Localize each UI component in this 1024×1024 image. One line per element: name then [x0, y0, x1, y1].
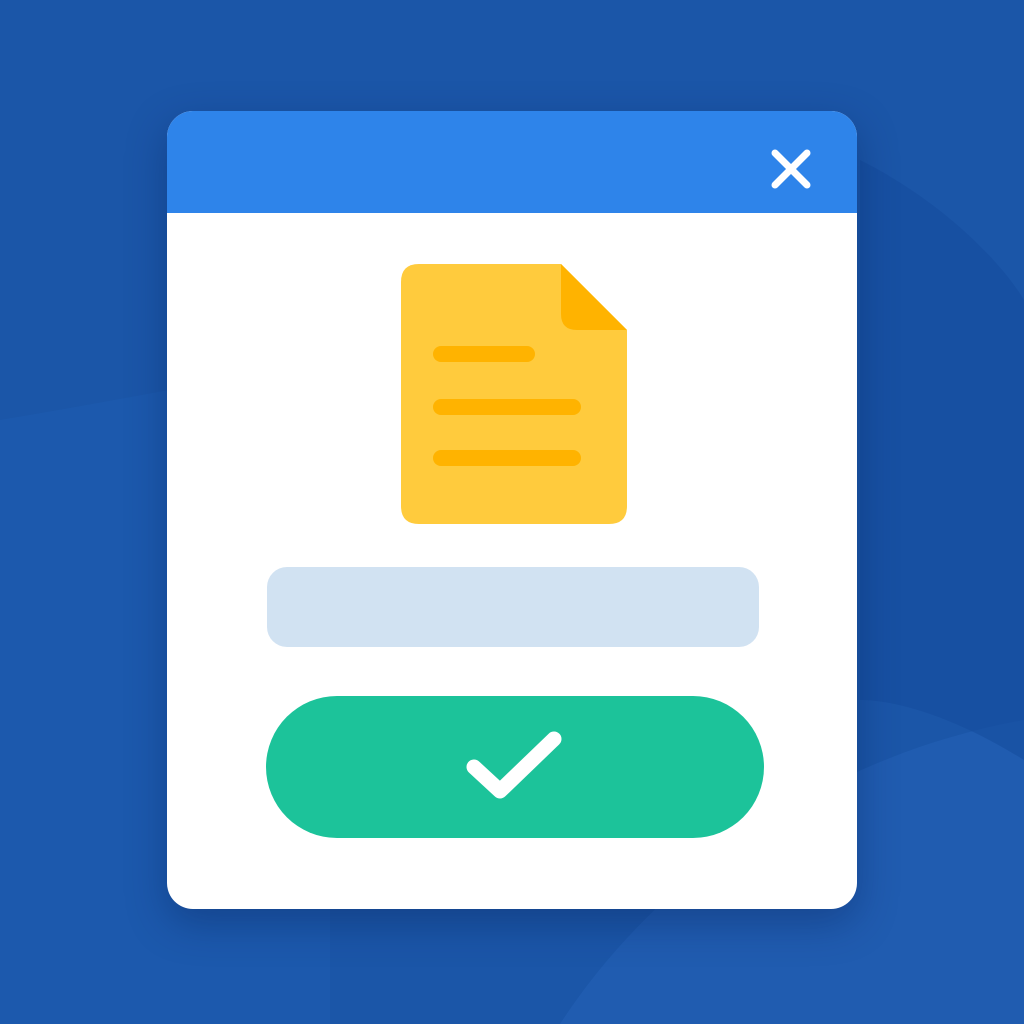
- dialog-titlebar: [167, 111, 857, 213]
- file-name-input[interactable]: [267, 567, 759, 647]
- desktop-background: [0, 0, 1024, 1024]
- close-icon: [771, 149, 811, 189]
- checkmark-icon: [466, 731, 562, 799]
- document-icon: [401, 264, 627, 524]
- close-button[interactable]: [763, 141, 819, 197]
- confirm-button[interactable]: [266, 696, 764, 838]
- file-dialog: [167, 111, 857, 909]
